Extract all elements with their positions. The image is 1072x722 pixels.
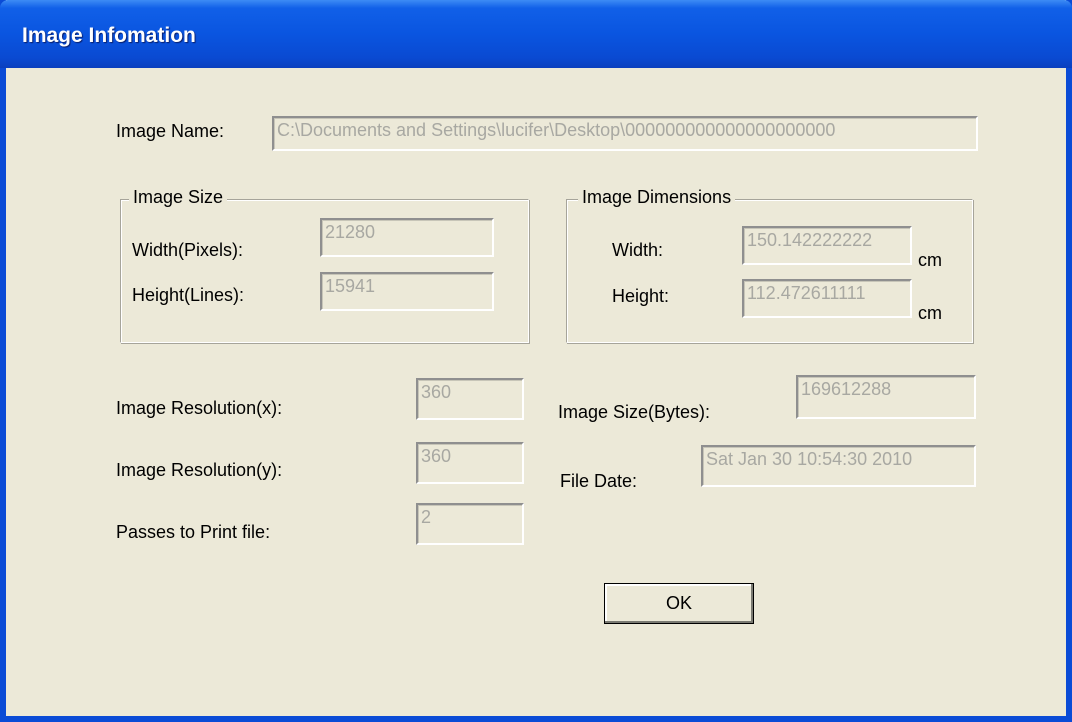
image-size-bytes-field[interactable]: 169612288	[796, 375, 976, 419]
ok-button[interactable]: OK	[604, 583, 754, 624]
resolution-x-field[interactable]: 360	[416, 378, 524, 420]
ok-focus-rect	[611, 589, 747, 618]
file-date-label: File Date:	[560, 471, 638, 491]
image-name-label: Image Name:	[116, 121, 225, 141]
height-lines-field[interactable]: 15941	[320, 272, 494, 311]
dimension-width-unit: cm	[918, 250, 942, 270]
dimension-width-label: Width:	[612, 240, 664, 260]
dimension-height-field[interactable]: 112.472611111	[742, 279, 912, 318]
passes-to-print-label: Passes to Print file:	[116, 522, 271, 542]
image-name-field[interactable]: C:\Documents and Settings\lucifer\Deskto…	[272, 116, 978, 151]
title-bar[interactable]: Image Infomation	[0, 0, 1072, 68]
resolution-y-label: Image Resolution(y):	[116, 460, 283, 480]
resolution-y-field[interactable]: 360	[416, 442, 524, 484]
width-pixels-label: Width(Pixels):	[132, 240, 244, 260]
dimension-width-field[interactable]: 150.142222222	[742, 226, 912, 265]
dimension-height-unit: cm	[918, 303, 942, 323]
image-dimensions-group	[566, 199, 973, 343]
resolution-x-label: Image Resolution(x):	[116, 398, 283, 418]
image-dimensions-group-caption: Image Dimensions	[578, 187, 736, 208]
dimension-height-label: Height:	[612, 286, 670, 306]
width-pixels-field[interactable]: 21280	[320, 218, 494, 257]
image-size-bytes-label: Image Size(Bytes):	[558, 402, 711, 422]
passes-to-print-field[interactable]: 2	[416, 503, 524, 545]
image-information-dialog: Image Infomation Image Name: C:\Document…	[0, 0, 1072, 722]
height-lines-label: Height(Lines):	[132, 285, 245, 305]
window-title: Image Infomation	[22, 24, 196, 47]
image-size-group-caption: Image Size	[129, 187, 228, 208]
file-date-field[interactable]: Sat Jan 30 10:54:30 2010	[701, 445, 976, 487]
